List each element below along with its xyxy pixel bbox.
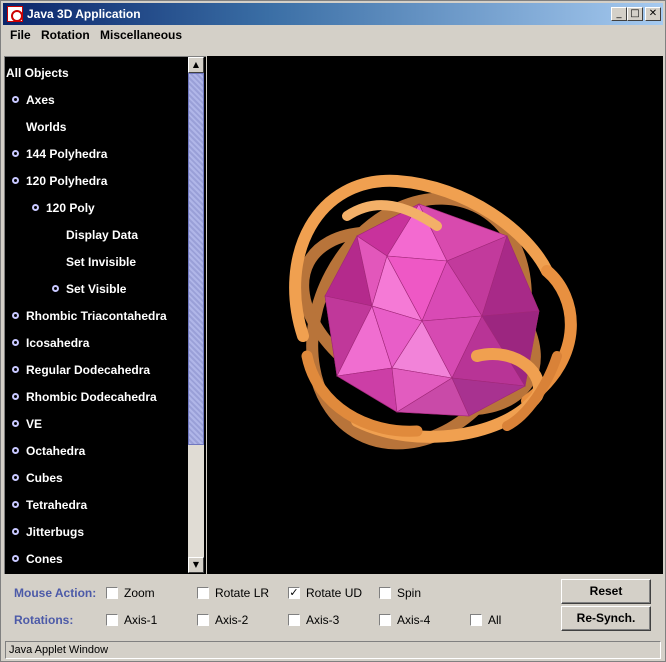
checkbox-box[interactable] (197, 587, 209, 599)
node-bullet-icon (12, 474, 19, 481)
reset-button[interactable]: Reset (561, 579, 651, 604)
tree-item-label: Tetrahedra (26, 498, 88, 512)
tree-root-label: All Objects (6, 66, 69, 80)
polyhedron (324, 203, 540, 417)
tree-item-label: Jitterbugs (26, 525, 85, 539)
node-bullet-icon (12, 96, 19, 103)
tree-item-label: Rhombic Dodecahedra (26, 390, 157, 404)
node-bullet-icon (12, 501, 19, 508)
node-bullet-icon (12, 555, 19, 562)
checkbox-label: Axis-2 (215, 613, 249, 627)
node-bullet-icon (12, 420, 19, 427)
checkbox-label: Spin (397, 586, 422, 600)
tree-item-label: Regular Dodecahedra (26, 363, 151, 377)
application-window: Java 3D Application _ □ ✕ File Rotation … (0, 0, 666, 662)
node-bullet-icon (12, 393, 19, 400)
tree-item-label: Icosahedra (26, 336, 90, 350)
checkbox-box[interactable] (379, 587, 391, 599)
menu-file[interactable]: File (10, 28, 31, 42)
node-bullet-icon (32, 204, 39, 211)
scroll-thumb[interactable] (188, 73, 204, 445)
close-button[interactable]: ✕ (645, 7, 661, 21)
node-bullet-icon (12, 447, 19, 454)
title-bar[interactable]: Java 3D Application _ □ ✕ (3, 3, 663, 25)
status-bar: Java Applet Window (5, 641, 661, 659)
node-bullet-icon (12, 177, 19, 184)
resynch-button[interactable]: Re-Synch. (561, 606, 651, 631)
tree-item-label: VE (26, 417, 43, 431)
maximize-button[interactable]: □ (627, 7, 643, 21)
checkbox-label: Rotate UD (306, 586, 363, 600)
3d-canvas[interactable] (207, 56, 663, 574)
checkbox-box[interactable] (288, 614, 300, 626)
node-bullet-icon (12, 150, 19, 157)
tree-item-label: 120 Polyhedra (26, 174, 108, 188)
checkbox-box[interactable]: ✓ (288, 587, 300, 599)
scroll-up-button[interactable]: ▲ (188, 57, 204, 73)
mouse-action-label: Mouse Action: (14, 586, 97, 600)
menu-miscellaneous[interactable]: Miscellaneous (100, 28, 182, 42)
tree-item-label: Set Visible (66, 282, 127, 296)
node-bullet-icon (52, 285, 59, 292)
tree-item-label: 120 Poly (46, 201, 95, 215)
control-panel: Mouse Action: Rotations: Zoom Rotate LR ✓ R… (3, 577, 663, 637)
checkbox-label: Axis-1 (124, 613, 158, 627)
node-bullet-icon (12, 339, 19, 346)
tree-item-label: Cubes (26, 471, 63, 485)
tree-item-label: Rhombic Triacontahedra (26, 309, 167, 323)
tree-scrollbar[interactable]: ▲ ▼ (188, 57, 204, 573)
checkbox-label: Rotate LR (215, 586, 270, 600)
node-bullet-icon (12, 312, 19, 319)
tree-item-label: Axes (26, 93, 55, 107)
checkbox-label: Axis-4 (397, 613, 431, 627)
tree-item-label: Set Invisible (66, 255, 137, 269)
polyhedron-render (289, 174, 577, 450)
minimize-button[interactable]: _ (611, 7, 627, 21)
checkbox-box[interactable] (470, 614, 482, 626)
tree-item-label: Cones (26, 552, 63, 566)
rotations-label: Rotations: (14, 613, 74, 627)
checkbox-box[interactable] (106, 587, 118, 599)
tree-item-label: Octahedra (26, 444, 86, 458)
checkbox-box[interactable] (379, 614, 391, 626)
window-title: Java 3D Application (27, 7, 141, 21)
checkbox-box[interactable] (106, 614, 118, 626)
checkbox-label: Zoom (124, 586, 155, 600)
tree-item-label: 144 Polyhedra (26, 147, 108, 161)
object-tree: All Objects Axes Worlds 144 Polyhedra 120 P… (4, 56, 206, 574)
checkbox-box[interactable] (197, 614, 209, 626)
menu-rotation[interactable]: Rotation (41, 28, 90, 42)
node-bullet-icon (12, 528, 19, 535)
checkbox-label: All (488, 613, 502, 627)
menu-bar: File Rotation Miscellaneous (3, 25, 663, 45)
tree-item-label: Display Data (66, 228, 139, 242)
tree-item-label: Worlds (26, 120, 67, 134)
checkbox-label: Axis-3 (306, 613, 340, 627)
scroll-down-button[interactable]: ▼ (188, 557, 204, 573)
node-bullet-icon (12, 366, 19, 373)
java-app-icon (7, 6, 23, 22)
